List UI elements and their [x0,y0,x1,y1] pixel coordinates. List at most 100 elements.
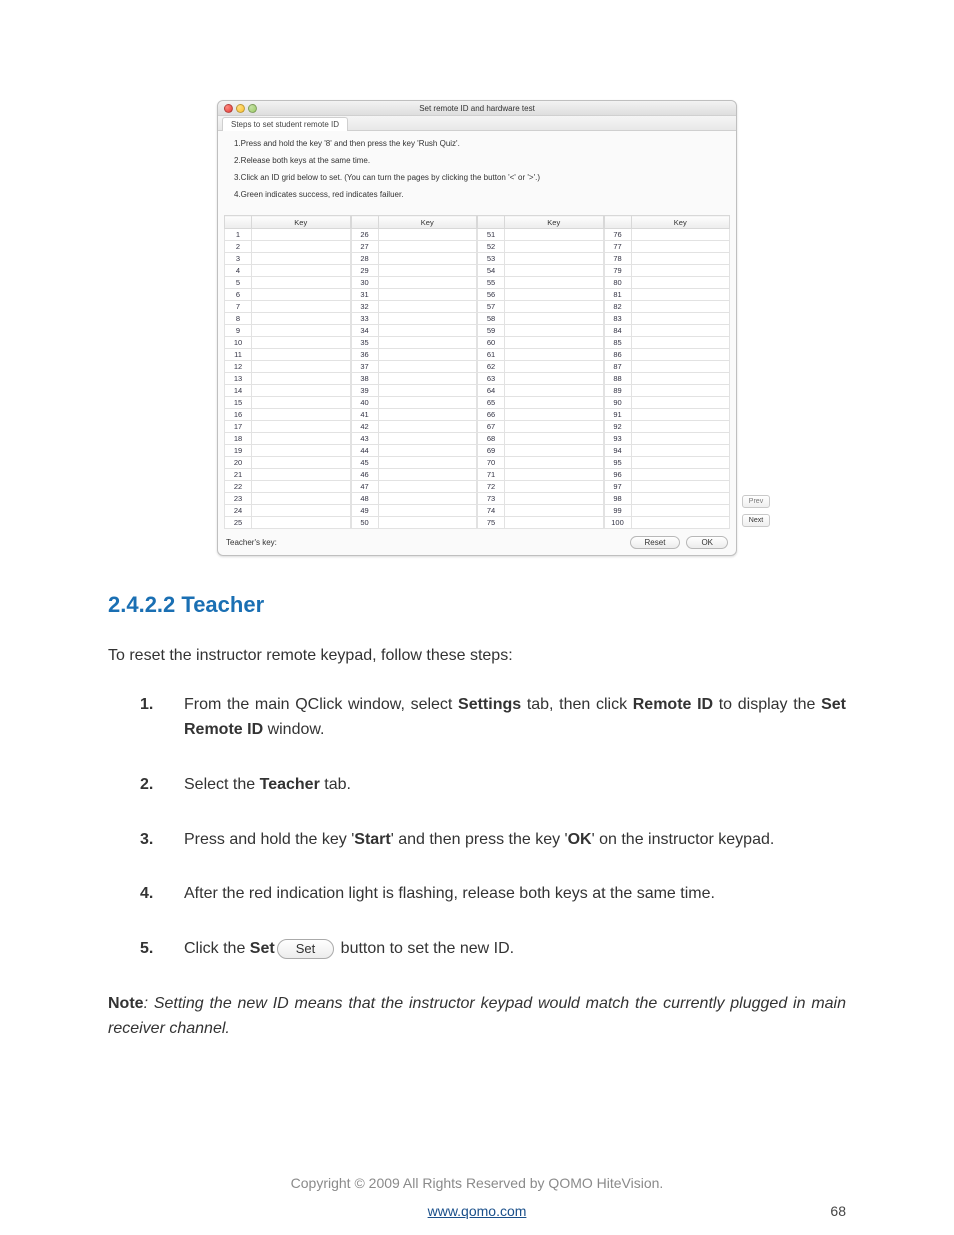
id-key-cell[interactable] [631,481,730,493]
id-key-cell[interactable] [252,349,351,361]
id-key-cell[interactable] [378,373,477,385]
id-key-cell[interactable] [631,277,730,289]
id-key-cell[interactable] [378,505,477,517]
id-key-cell[interactable] [505,469,604,481]
id-key-cell[interactable] [505,517,604,529]
id-key-cell[interactable] [252,433,351,445]
id-key-cell[interactable] [505,289,604,301]
id-key-cell[interactable] [505,421,604,433]
id-key-cell[interactable] [378,265,477,277]
id-key-cell[interactable] [631,397,730,409]
footer-link[interactable]: www.qomo.com [428,1203,527,1219]
id-key-cell[interactable] [378,445,477,457]
id-key-cell[interactable] [252,505,351,517]
id-key-cell[interactable] [631,517,730,529]
id-key-cell[interactable] [505,325,604,337]
id-key-cell[interactable] [505,265,604,277]
id-key-cell[interactable] [378,277,477,289]
id-key-cell[interactable] [505,241,604,253]
id-key-cell[interactable] [631,265,730,277]
tab-student-steps[interactable]: Steps to set student remote ID [222,117,348,131]
id-key-cell[interactable] [252,469,351,481]
id-key-cell[interactable] [505,505,604,517]
prev-button[interactable]: Prev [742,495,770,508]
id-key-cell[interactable] [378,481,477,493]
id-key-cell[interactable] [378,457,477,469]
id-key-cell[interactable] [505,301,604,313]
id-key-cell[interactable] [631,229,730,241]
id-key-cell[interactable] [505,445,604,457]
id-key-cell[interactable] [631,313,730,325]
id-key-cell[interactable] [378,313,477,325]
id-key-cell[interactable] [252,325,351,337]
id-key-cell[interactable] [252,421,351,433]
id-key-cell[interactable] [378,421,477,433]
id-key-cell[interactable] [252,289,351,301]
id-key-cell[interactable] [505,337,604,349]
id-key-cell[interactable] [252,337,351,349]
id-key-cell[interactable] [252,277,351,289]
id-key-cell[interactable] [378,409,477,421]
id-key-cell[interactable] [505,397,604,409]
id-key-cell[interactable] [631,337,730,349]
id-key-cell[interactable] [505,481,604,493]
id-key-cell[interactable] [631,385,730,397]
id-key-cell[interactable] [505,229,604,241]
id-key-cell[interactable] [505,361,604,373]
id-key-cell[interactable] [378,325,477,337]
id-key-cell[interactable] [505,373,604,385]
id-key-cell[interactable] [631,469,730,481]
id-key-cell[interactable] [252,253,351,265]
id-key-cell[interactable] [252,397,351,409]
id-key-cell[interactable] [505,433,604,445]
id-key-cell[interactable] [505,409,604,421]
id-key-cell[interactable] [378,337,477,349]
id-key-cell[interactable] [631,325,730,337]
id-key-cell[interactable] [631,241,730,253]
id-key-cell[interactable] [631,409,730,421]
id-key-cell[interactable] [252,301,351,313]
id-key-cell[interactable] [631,421,730,433]
id-key-cell[interactable] [252,385,351,397]
id-key-cell[interactable] [631,373,730,385]
id-key-cell[interactable] [378,385,477,397]
id-key-cell[interactable] [631,301,730,313]
id-key-cell[interactable] [252,373,351,385]
id-key-cell[interactable] [505,493,604,505]
id-key-cell[interactable] [378,469,477,481]
id-key-cell[interactable] [631,493,730,505]
id-key-cell[interactable] [252,493,351,505]
reset-button[interactable]: Reset [630,536,681,549]
id-key-cell[interactable] [505,385,604,397]
id-key-cell[interactable] [505,349,604,361]
id-key-cell[interactable] [631,349,730,361]
id-key-cell[interactable] [378,433,477,445]
id-key-cell[interactable] [252,457,351,469]
id-key-cell[interactable] [631,505,730,517]
id-key-cell[interactable] [378,361,477,373]
next-button[interactable]: Next [742,514,770,527]
id-key-cell[interactable] [252,361,351,373]
id-key-cell[interactable] [252,445,351,457]
id-key-cell[interactable] [252,229,351,241]
id-key-cell[interactable] [378,349,477,361]
id-key-cell[interactable] [631,457,730,469]
id-key-cell[interactable] [631,289,730,301]
id-key-cell[interactable] [505,253,604,265]
id-key-cell[interactable] [252,517,351,529]
id-key-cell[interactable] [378,253,477,265]
ok-button[interactable]: OK [686,536,728,549]
id-key-cell[interactable] [378,397,477,409]
id-key-cell[interactable] [631,433,730,445]
id-key-cell[interactable] [252,313,351,325]
id-key-cell[interactable] [378,289,477,301]
id-key-cell[interactable] [252,241,351,253]
id-key-cell[interactable] [505,277,604,289]
id-key-cell[interactable] [378,517,477,529]
id-key-cell[interactable] [378,241,477,253]
id-key-cell[interactable] [252,409,351,421]
id-key-cell[interactable] [252,481,351,493]
id-key-cell[interactable] [252,265,351,277]
id-key-cell[interactable] [505,457,604,469]
id-key-cell[interactable] [505,313,604,325]
